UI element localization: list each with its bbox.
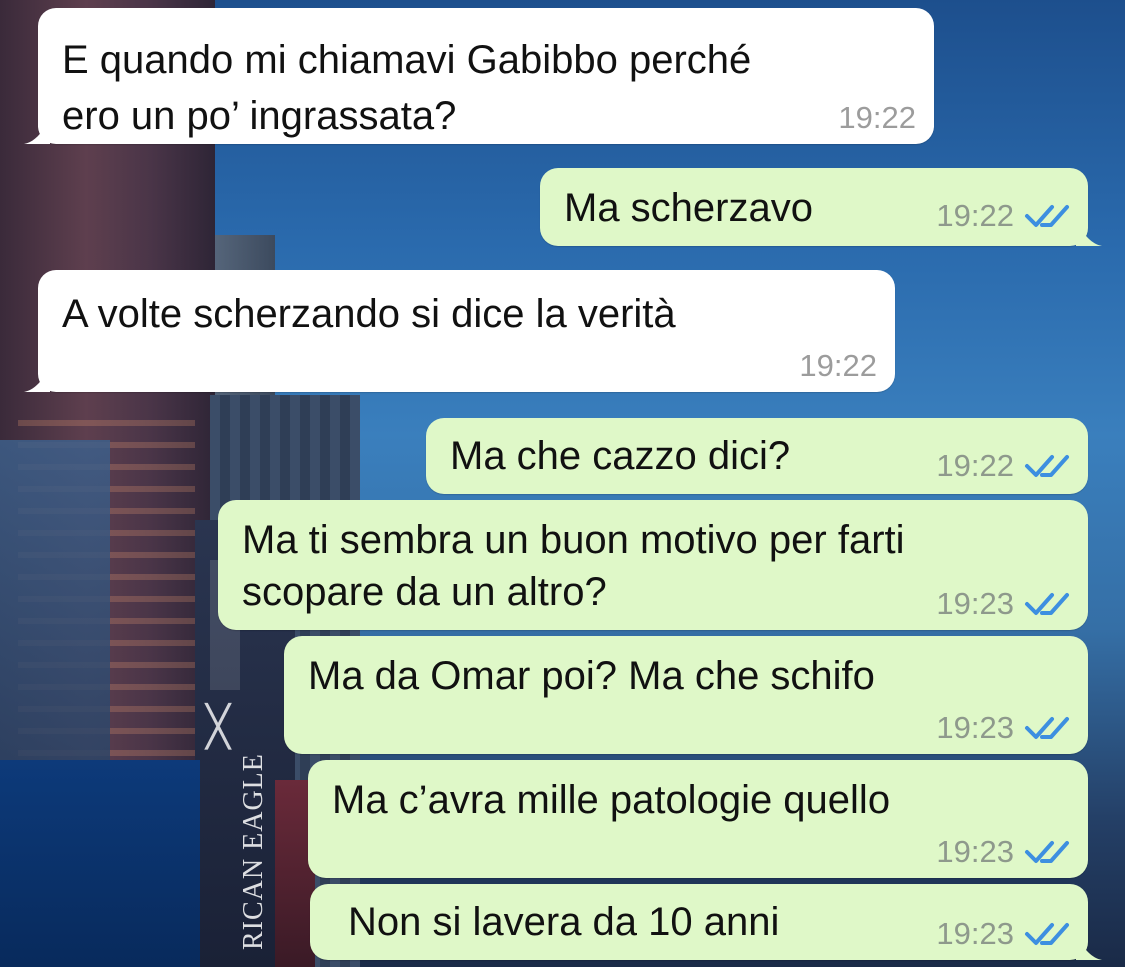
message-text: E quando mi chiamavi Gabibbo perché ero … — [62, 38, 752, 138]
bubble-tail-icon — [24, 366, 50, 392]
message-time: 19:22 — [838, 100, 916, 135]
read-receipt-icon — [1025, 205, 1069, 227]
message-bubble-outgoing[interactable]: Ma che cazzo dici? 19:22 — [426, 418, 1088, 494]
read-receipt-icon — [1025, 455, 1069, 477]
bubble-tail-icon — [1076, 220, 1102, 246]
message-time: 19:23 — [936, 710, 1014, 745]
message-bubble-incoming[interactable]: E quando mi chiamavi Gabibbo perché ero … — [24, 8, 934, 144]
message-bubble-outgoing[interactable]: Ma c’avra mille patologie quello 19:23 — [308, 760, 1088, 878]
read-receipt-icon — [1025, 717, 1069, 739]
message-list[interactable]: E quando mi chiamavi Gabibbo perché ero … — [0, 0, 1125, 967]
message-meta: 19:22 — [936, 448, 1070, 484]
message-meta: 19:22 — [799, 348, 877, 384]
message-text: A volte scherzando si dice la verità — [62, 292, 676, 336]
message-time: 19:22 — [799, 348, 877, 383]
bubble-tail-icon — [24, 118, 50, 144]
message-meta: 19:23 — [936, 834, 1070, 870]
message-text: Ma c’avra mille patologie quello — [332, 778, 891, 822]
message-meta: 19:23 — [936, 586, 1070, 622]
bubble-tail-icon — [1076, 934, 1102, 960]
read-receipt-icon — [1025, 841, 1069, 863]
message-time: 19:23 — [936, 586, 1014, 621]
read-receipt-icon — [1025, 923, 1069, 945]
message-bubble-outgoing[interactable]: Ma scherzavo 19:22 — [540, 168, 1102, 246]
message-meta: 19:23 — [936, 710, 1070, 746]
message-text: Ma da Omar poi? Ma che schifo — [308, 654, 875, 698]
message-time: 19:23 — [936, 916, 1014, 951]
message-time: 19:23 — [936, 834, 1014, 869]
message-time: 19:22 — [936, 448, 1014, 483]
message-bubble-outgoing[interactable]: Ma ti sembra un buon motivo per farti sc… — [218, 500, 1088, 630]
message-bubble-outgoing[interactable]: Ma da Omar poi? Ma che schifo 19:23 — [284, 636, 1088, 754]
message-meta: 19:22 — [838, 100, 916, 136]
message-bubble-incoming[interactable]: A volte scherzando si dice la verità 19:… — [24, 270, 895, 392]
read-receipt-icon — [1025, 593, 1069, 615]
message-time: 19:22 — [936, 198, 1014, 233]
message-bubble-outgoing[interactable]: Non si lavera da 10 anni 19:23 — [310, 884, 1102, 960]
message-meta: 19:23 — [936, 916, 1070, 952]
message-meta: 19:22 — [936, 198, 1070, 234]
